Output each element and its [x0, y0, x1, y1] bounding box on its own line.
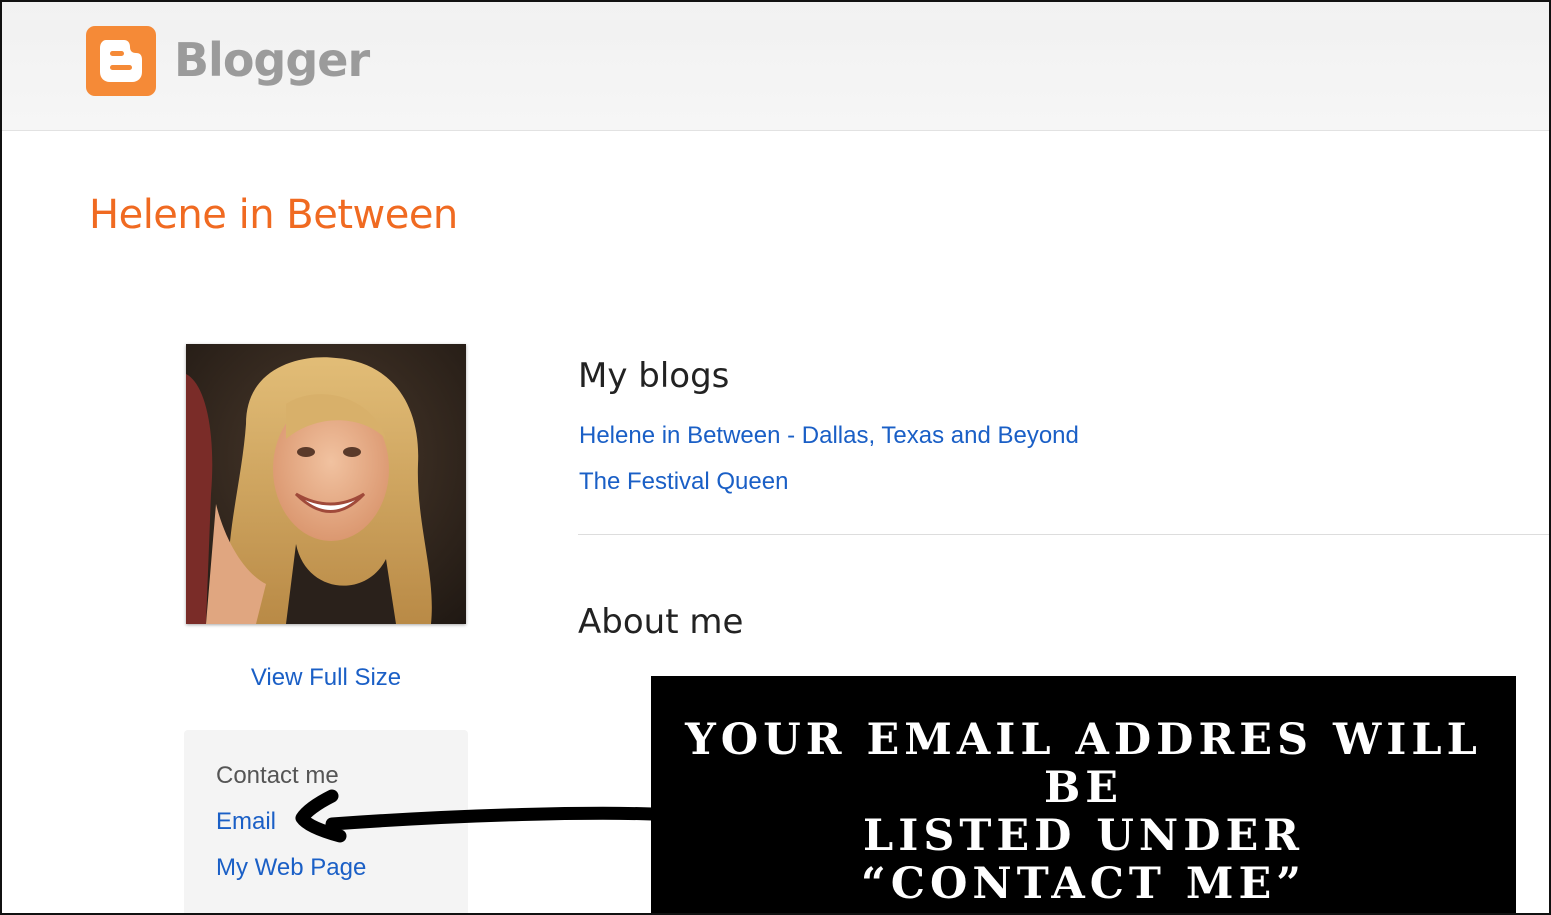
my-blogs-title: My blogs	[578, 356, 730, 396]
blogger-logo-icon[interactable]	[86, 26, 156, 96]
blog-link-helene-in-between[interactable]: Helene in Between - Dallas, Texas and Be…	[579, 422, 1079, 450]
annotation-line-2: listed under	[862, 811, 1305, 861]
view-full-size-link[interactable]: View Full Size	[186, 664, 466, 692]
section-divider	[578, 534, 1549, 535]
profile-name: Helene in Between	[89, 192, 458, 238]
annotation-callout: Your email addres will be listed under “…	[651, 676, 1516, 913]
brand-name[interactable]: Blogger	[174, 33, 370, 87]
blog-link-festival-queen[interactable]: The Festival Queen	[579, 468, 788, 496]
about-me-title: About me	[578, 602, 744, 642]
blogger-header: Blogger	[2, 2, 1549, 131]
page-frame: Blogger Helene in Between View Full Size…	[0, 0, 1551, 915]
profile-photo[interactable]	[186, 344, 466, 624]
email-link[interactable]: Email	[216, 808, 276, 836]
annotation-line-1: Your email addres will be	[685, 715, 1482, 813]
pointer-arrow-icon	[295, 789, 659, 843]
annotation-line-3: “contact me”	[860, 859, 1307, 909]
web-page-link[interactable]: My Web Page	[216, 854, 366, 882]
